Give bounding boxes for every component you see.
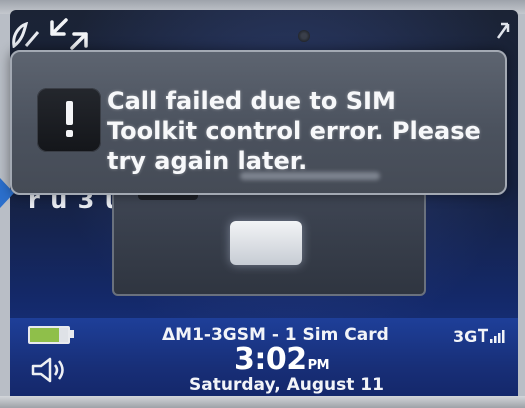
network-type: 3G (453, 327, 478, 346)
signal-bar (490, 339, 493, 343)
signal-bar (494, 336, 497, 343)
exclamation-dot (66, 130, 73, 137)
signal-bar (498, 333, 501, 343)
error-message: Call failed due to SIM Toolkit control e… (107, 87, 481, 175)
leaf-icon (12, 22, 40, 48)
camera-dot (298, 30, 310, 42)
battery-icon (28, 326, 70, 344)
exclamation-icon (37, 88, 101, 152)
battery-cap (70, 330, 74, 338)
background-panel-button[interactable] (230, 221, 302, 265)
speaker-icon[interactable] (30, 355, 74, 385)
device-bezel-bottom (0, 396, 525, 408)
signal-strength-icon (478, 328, 505, 343)
dialog-reflection (240, 172, 380, 180)
clock-digits: 3:02 (234, 342, 307, 377)
collapse-icon[interactable] (496, 20, 510, 40)
clock-date: Saturday, August 11 (189, 375, 384, 395)
clock-ampm: PM (307, 358, 330, 373)
signal-bar (502, 330, 505, 343)
expand-arrows-icon[interactable] (46, 14, 90, 54)
clock-time: 3:02PM (234, 342, 330, 377)
battery-level (30, 328, 59, 342)
exclamation-bar (66, 101, 73, 125)
